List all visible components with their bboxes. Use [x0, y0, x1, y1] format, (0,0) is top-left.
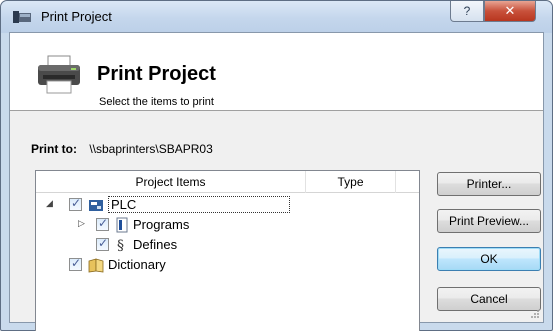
expand-triangle-icon[interactable]: ▷	[78, 218, 85, 229]
plc-checkbox[interactable]	[69, 196, 82, 211]
dialog-client-area: Print Project Select the items to print …	[9, 32, 544, 331]
ok-button[interactable]: OK	[437, 247, 541, 271]
tree-row-plc[interactable]: ◢ PLC	[36, 195, 419, 215]
close-button[interactable]: ✕	[484, 1, 536, 22]
print-preview-button[interactable]: Print Preview...	[437, 209, 541, 233]
tree-item-label-plc: PLC	[108, 196, 290, 213]
close-icon: ✕	[504, 3, 516, 18]
window-title: Print Project	[41, 9, 112, 24]
column-label-project-items: Project Items	[135, 175, 206, 189]
dictionary-icon	[88, 258, 104, 273]
project-items-tree[interactable]: Project Items Type ◢ PLC ▷	[35, 170, 420, 331]
defines-icon: §	[117, 238, 124, 253]
plc-icon	[89, 200, 103, 211]
column-label-type: Type	[337, 175, 364, 189]
dictionary-checkbox[interactable]	[69, 256, 82, 271]
print-project-window: Print Project ? ✕ Print Project Select t…	[0, 0, 553, 331]
tree-row-defines[interactable]: § Defines	[36, 235, 419, 255]
print-to-row: Print to: \\sbaprinters\SBAPR03	[31, 142, 213, 156]
tree-header: Project Items Type	[36, 171, 419, 193]
tree-item-label-defines: Defines	[133, 237, 178, 252]
print-project-window-icon	[13, 11, 31, 23]
defines-checkbox[interactable]	[96, 236, 109, 251]
tree-item-label-programs: Programs	[133, 217, 190, 232]
printer-button[interactable]: Printer...	[437, 172, 541, 196]
tree-item-label-dictionary: Dictionary	[108, 257, 166, 272]
column-header-type[interactable]: Type	[306, 171, 396, 193]
print-to-value: \\sbaprinters\SBAPR03	[89, 142, 213, 156]
collapse-triangle-icon[interactable]: ◢	[46, 198, 53, 209]
dialog-subheading: Select the items to print	[99, 96, 214, 108]
resize-grip-icon[interactable]	[530, 309, 540, 319]
programs-checkbox[interactable]	[96, 216, 109, 231]
cancel-button[interactable]: Cancel	[437, 287, 541, 311]
tree-row-dictionary[interactable]: Dictionary	[36, 255, 419, 275]
title-bar[interactable]: Print Project ? ✕	[1, 1, 552, 33]
svg-text:§: §	[117, 238, 124, 253]
help-button[interactable]: ?	[450, 1, 484, 22]
dialog-heading: Print Project	[97, 63, 216, 85]
printer-icon	[38, 55, 80, 94]
print-to-label: Print to:	[31, 142, 77, 156]
tree-row-programs[interactable]: ▷ Programs	[36, 215, 419, 235]
help-icon: ?	[463, 4, 471, 18]
column-header-project-items[interactable]: Project Items	[36, 171, 306, 193]
dialog-header: Print Project Select the items to print	[10, 33, 543, 111]
programs-icon	[116, 217, 128, 233]
